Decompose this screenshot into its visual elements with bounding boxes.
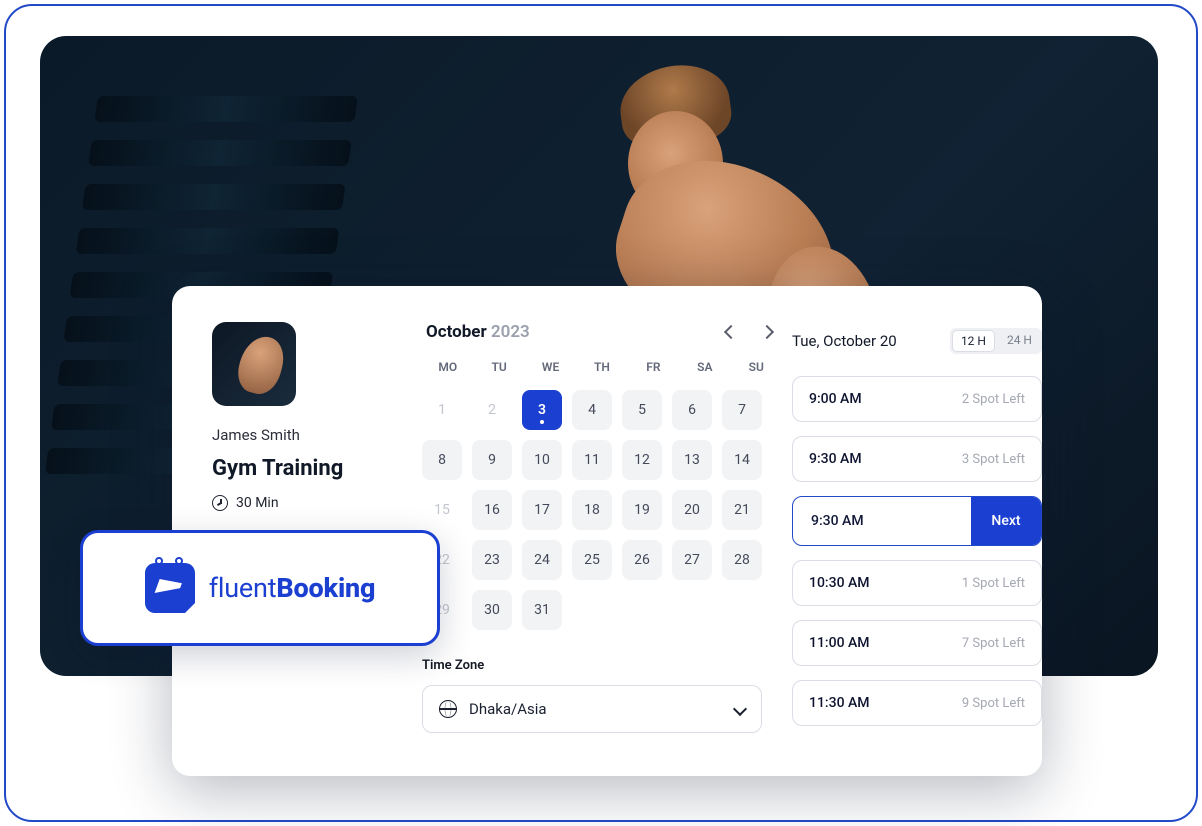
day-cell[interactable]: 10	[522, 440, 562, 480]
day-cell[interactable]: 24	[522, 540, 562, 580]
timezone-value: Dhaka/Asia	[469, 700, 547, 718]
day-cell[interactable]: 5	[622, 390, 662, 430]
format-24h[interactable]: 24 H	[997, 328, 1042, 354]
day-cell[interactable]: 28	[722, 540, 762, 580]
slot-time: 11:30 AM	[809, 695, 870, 711]
day-cell[interactable]: 13	[672, 440, 712, 480]
day-cell[interactable]: 9	[472, 440, 512, 480]
next-month-button[interactable]	[760, 325, 774, 339]
day-cell[interactable]: 16	[472, 490, 512, 530]
weekday-label: MO	[422, 360, 473, 374]
timezone-select[interactable]: Dhaka/Asia	[422, 685, 762, 733]
day-cell[interactable]: 11	[572, 440, 612, 480]
slot-time: 10:30 AM	[809, 575, 870, 591]
timeslot[interactable]: 9:30 AM 3 Spot Left	[792, 436, 1042, 482]
day-cell: 15	[422, 490, 462, 530]
weekday-row: MOTUWETHFRSASU	[422, 360, 782, 390]
day-cell[interactable]: 25	[572, 540, 612, 580]
day-cell[interactable]: 19	[622, 490, 662, 530]
calendar: October 2023 MOTUWETHFRSASU 123456789101…	[422, 322, 782, 740]
day-cell[interactable]: 30	[472, 590, 512, 630]
weekday-label: FR	[628, 360, 679, 374]
slot-availability: 2 Spot Left	[962, 392, 1025, 407]
slot-time: 11:00 AM	[809, 635, 870, 651]
slot-availability: 1 Spot Left	[962, 576, 1025, 591]
timeslot[interactable]: 10:30 AM 1 Spot Left	[792, 560, 1042, 606]
day-cell[interactable]: 8	[422, 440, 462, 480]
day-cell[interactable]: 21	[722, 490, 762, 530]
presenter-name: James Smith	[212, 426, 412, 444]
next-button[interactable]: Next	[971, 497, 1041, 545]
day-cell[interactable]: 20	[672, 490, 712, 530]
chevron-down-icon	[733, 702, 747, 716]
day-cell[interactable]: 4	[572, 390, 612, 430]
day-cell[interactable]: 12	[622, 440, 662, 480]
day-cell[interactable]: 26	[622, 540, 662, 580]
timeslot[interactable]: 9:00 AM 2 Spot Left	[792, 376, 1042, 422]
day-cell[interactable]: 31	[522, 590, 562, 630]
timeslot[interactable]: 11:30 AM 9 Spot Left	[792, 680, 1042, 726]
slot-availability: 7 Spot Left	[962, 636, 1025, 651]
slot-availability: 9 Spot Left	[962, 696, 1025, 711]
weekday-label: SU	[731, 360, 782, 374]
timeslots: Tue, October 20 12 H 24 H 9:00 AM 2 Spot …	[792, 322, 1042, 740]
duration-label: 30 Min	[236, 495, 279, 511]
timeslot[interactable]: 9:30 AMNext	[792, 496, 1042, 546]
day-cell[interactable]: 17	[522, 490, 562, 530]
weekday-label: WE	[525, 360, 576, 374]
day-cell[interactable]: 3	[522, 390, 562, 430]
weekday-label: TH	[576, 360, 627, 374]
day-cell[interactable]: 23	[472, 540, 512, 580]
weekday-label: SA	[679, 360, 730, 374]
brand-name: fluentBooking	[209, 572, 376, 604]
hour-format-toggle[interactable]: 12 H 24 H	[950, 328, 1042, 354]
day-cell[interactable]: 7	[722, 390, 762, 430]
clock-icon	[212, 495, 228, 511]
event-title: Gym Training	[212, 456, 412, 481]
slot-availability: 3 Spot Left	[962, 452, 1025, 467]
prev-month-button[interactable]	[724, 325, 738, 339]
weekday-label: TU	[473, 360, 524, 374]
slot-time: 9:00 AM	[809, 391, 862, 407]
event-thumbnail	[212, 322, 296, 406]
day-cell[interactable]: 27	[672, 540, 712, 580]
calendar-month: October 2023	[426, 322, 530, 342]
brand-badge: fluentBooking	[80, 530, 440, 646]
day-cell: 2	[472, 390, 512, 430]
day-grid: 1234567891011121314151617181920212223242…	[422, 390, 782, 630]
day-cell[interactable]: 14	[722, 440, 762, 480]
timeslot[interactable]: 11:00 AM 7 Spot Left	[792, 620, 1042, 666]
timezone-label: Time Zone	[422, 658, 782, 673]
slot-time: 9:30 AM	[809, 451, 862, 467]
brand-icon	[145, 563, 195, 613]
day-cell[interactable]: 6	[672, 390, 712, 430]
format-12h[interactable]: 12 H	[952, 330, 995, 352]
slot-time: 9:30 AM	[793, 513, 971, 529]
globe-icon	[439, 700, 457, 718]
duration: 30 Min	[212, 495, 412, 511]
selected-date: Tue, October 20	[792, 332, 897, 350]
day-cell: 1	[422, 390, 462, 430]
day-cell[interactable]: 18	[572, 490, 612, 530]
